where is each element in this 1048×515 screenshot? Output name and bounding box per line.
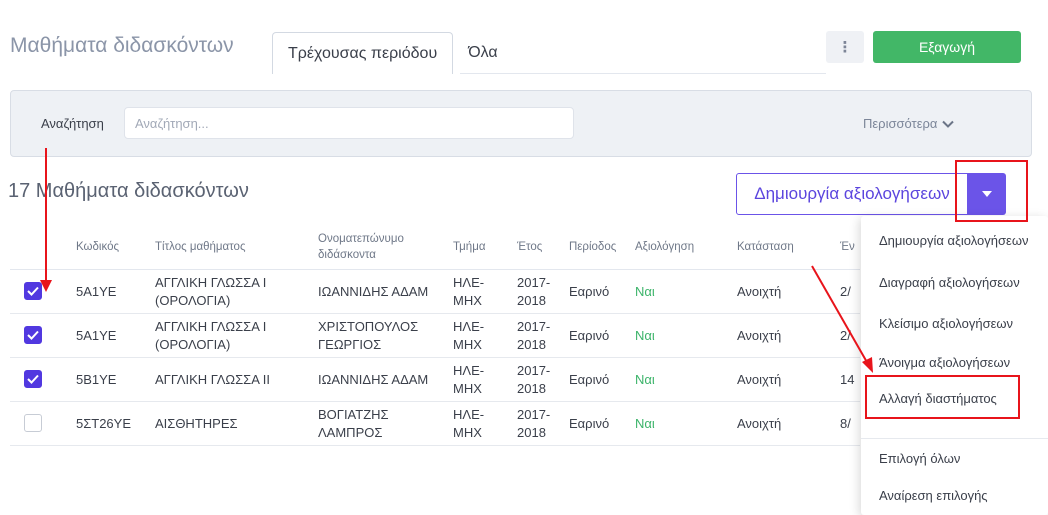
annotation-arrow-down bbox=[40, 148, 52, 292]
annotation-arrows bbox=[40, 148, 873, 373]
annotation-arrow-diagonal bbox=[811, 265, 873, 373]
